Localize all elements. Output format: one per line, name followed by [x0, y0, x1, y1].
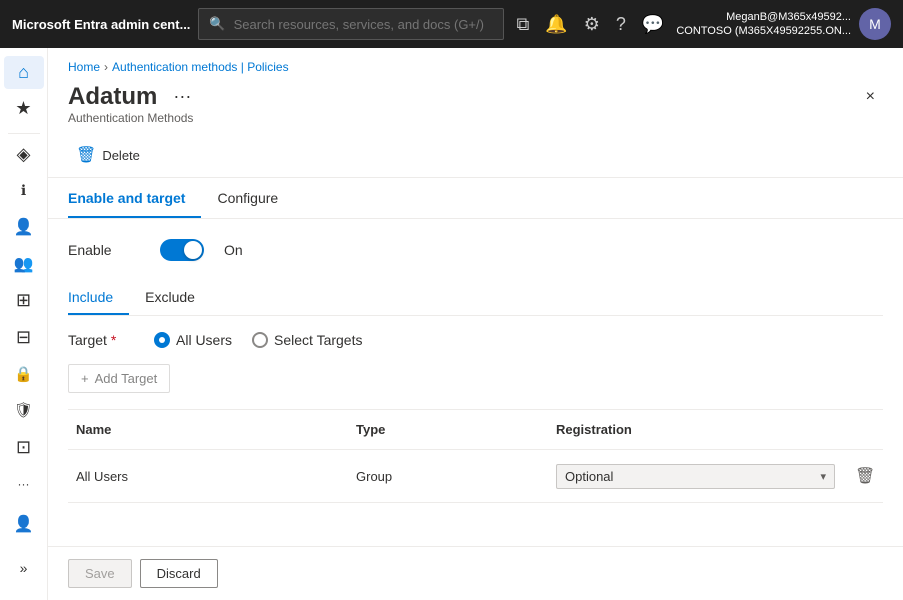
user-profile[interactable]: MeganB@M365x49592... CONTOSO (M365X49592… — [676, 8, 891, 40]
sidebar-item-home[interactable]: ⌂ — [4, 56, 44, 89]
delete-row-button[interactable]: 🗑 — [851, 462, 879, 490]
subtabs: Include Exclude — [68, 281, 883, 316]
target-row: Target * All Users Select Targets — [68, 332, 883, 348]
help-icon[interactable]: ? — [612, 10, 630, 39]
col-type: Type — [348, 418, 548, 441]
more-actions-button[interactable]: ··· — [165, 82, 199, 111]
app-logo: Microsoft Entra admin cent... — [12, 17, 190, 32]
enable-toggle[interactable] — [160, 239, 204, 261]
radio-all-users[interactable]: All Users — [154, 332, 232, 348]
required-mark: * — [111, 332, 116, 348]
col-registration: Registration — [548, 418, 843, 441]
action-bar: 🗑 Delete — [48, 133, 903, 178]
cell-name: All Users — [68, 461, 348, 492]
main-layout: ⌂ ★ ◈ ℹ 👤 👥 ⊞ ⊟ 🔒 🛡 ⊡ ··· 👤 » Home › Aut… — [0, 48, 903, 600]
portal-icon[interactable]: ⧉ — [512, 10, 533, 39]
topbar: Microsoft Entra admin cent... 🔍 ⧉ 🔔 ⚙ ? … — [0, 0, 903, 48]
sidebar-item-lock[interactable]: 🔒 — [4, 358, 44, 391]
search-input[interactable] — [234, 17, 494, 32]
page-subtitle: Authentication Methods — [48, 111, 903, 133]
sidebar-bottom: 👤 » — [4, 504, 44, 592]
cell-type: Group — [348, 461, 548, 492]
target-radio-group: All Users Select Targets — [154, 332, 362, 348]
sidebar-item-reports[interactable]: ⊡ — [4, 431, 44, 464]
close-button[interactable]: × — [858, 84, 883, 110]
search-bar[interactable]: 🔍 — [198, 8, 504, 40]
breadcrumb-home[interactable]: Home — [68, 60, 100, 74]
sidebar: ⌂ ★ ◈ ℹ 👤 👥 ⊞ ⊟ 🔒 🛡 ⊡ ··· 👤 » — [0, 48, 48, 600]
radio-select-targets-circle — [252, 332, 268, 348]
sidebar-item-users[interactable]: 👤 — [4, 211, 44, 244]
user-info: MeganB@M365x49592... CONTOSO (M365X49592… — [676, 10, 851, 39]
col-name: Name — [68, 418, 348, 441]
dropdown-arrow-icon: ▾ — [820, 470, 826, 483]
breadcrumb-sep1: › — [104, 60, 108, 74]
tab-configure[interactable]: Configure — [217, 178, 294, 218]
breadcrumb: Home › Authentication methods | Policies — [48, 48, 903, 78]
topbar-icons: ⧉ 🔔 ⚙ ? 💬 MeganB@M365x49592... CONTOSO (… — [512, 8, 891, 40]
delete-label: Delete — [102, 148, 140, 163]
avatar[interactable]: M — [859, 8, 891, 40]
settings-icon[interactable]: ⚙ — [580, 10, 604, 39]
delete-row-icon: 🗑 — [855, 466, 875, 486]
sidebar-item-groups[interactable]: 👥 — [4, 248, 44, 281]
sidebar-item-account[interactable]: 👤 — [4, 504, 44, 544]
delete-button[interactable]: 🗑 Delete — [68, 141, 148, 169]
save-button[interactable]: Save — [68, 559, 132, 588]
main-tabs: Enable and target Configure — [48, 178, 903, 219]
radio-select-targets-label: Select Targets — [274, 332, 362, 348]
add-target-label: Add Target — [95, 371, 158, 386]
target-label: Target * — [68, 332, 138, 348]
discard-button[interactable]: Discard — [140, 559, 218, 588]
toggle-state-label: On — [224, 242, 243, 258]
cell-delete: 🗑 — [843, 454, 883, 498]
radio-all-users-circle — [154, 332, 170, 348]
subtab-include[interactable]: Include — [68, 281, 129, 315]
toggle-track — [160, 239, 204, 261]
user-org: CONTOSO (M365X49592255.ON... — [676, 24, 851, 38]
tab-enable-target[interactable]: Enable and target — [68, 178, 201, 218]
feedback-icon[interactable]: 💬 — [638, 10, 668, 39]
sidebar-item-dashboard[interactable]: ◈ — [4, 138, 44, 171]
trash-icon: 🗑 — [76, 145, 96, 165]
page-title: Adatum — [68, 83, 157, 111]
sidebar-item-more[interactable]: ··· — [4, 467, 44, 500]
sidebar-item-favorites[interactable]: ★ — [4, 93, 44, 126]
table-row: All Users Group Optional ▾ 🗑 — [68, 450, 883, 503]
col-actions — [843, 418, 883, 441]
enable-label: Enable — [68, 242, 148, 258]
toggle-thumb — [184, 241, 202, 259]
subtab-exclude[interactable]: Exclude — [145, 281, 211, 315]
sidebar-item-shield[interactable]: 🛡 — [4, 394, 44, 427]
page-header: Adatum ··· × — [48, 78, 903, 111]
enable-row: Enable On — [68, 239, 883, 261]
radio-select-targets[interactable]: Select Targets — [252, 332, 362, 348]
cell-registration: Optional ▾ — [548, 456, 843, 497]
sidebar-item-expand[interactable]: » — [4, 548, 44, 588]
registration-dropdown[interactable]: Optional ▾ — [556, 464, 835, 489]
sidebar-item-apps[interactable]: ⊞ — [4, 284, 44, 317]
user-name: MeganB@M365x49592... — [676, 10, 851, 24]
sidebar-item-info[interactable]: ℹ — [4, 175, 44, 208]
footer: Save Discard — [48, 546, 903, 600]
search-icon: 🔍 — [209, 16, 225, 32]
tab-content: Enable On Include Exclude Target * — [48, 219, 903, 546]
sidebar-item-grid[interactable]: ⊟ — [4, 321, 44, 354]
add-target-button[interactable]: + Add Target — [68, 364, 170, 393]
main-content: Home › Authentication methods | Policies… — [48, 48, 903, 600]
targets-table: Name Type Registration All Users Group O… — [68, 409, 883, 503]
breadcrumb-section[interactable]: Authentication methods | Policies — [112, 60, 289, 74]
table-header: Name Type Registration — [68, 410, 883, 450]
radio-all-users-label: All Users — [176, 332, 232, 348]
plus-icon: + — [81, 371, 89, 386]
registration-value: Optional — [565, 469, 613, 484]
notification-icon[interactable]: 🔔 — [541, 10, 571, 39]
